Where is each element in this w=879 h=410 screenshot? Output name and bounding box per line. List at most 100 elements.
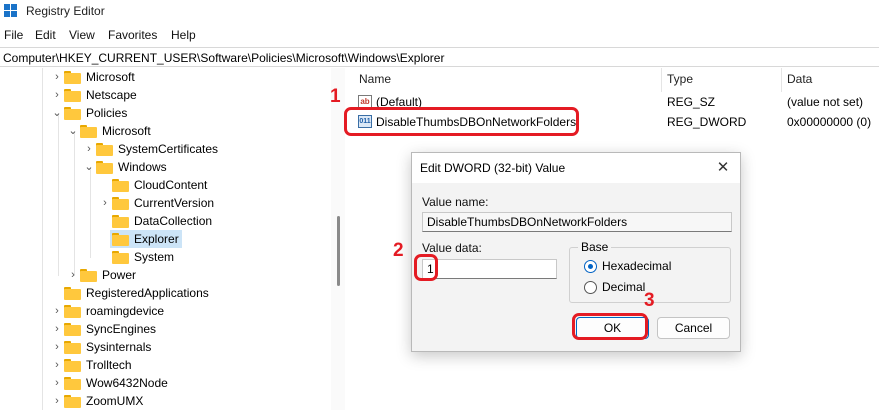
decimal-radio[interactable] bbox=[584, 281, 597, 294]
tree-item-zoomumx[interactable]: › ZoomUMX bbox=[52, 392, 312, 410]
tree-item-label: CurrentVersion bbox=[134, 196, 215, 210]
tree-item-microsoft[interactable]: › Microsoft bbox=[52, 68, 312, 86]
chevron-right-icon[interactable]: › bbox=[52, 86, 62, 104]
tree-item-power[interactable]: › Power bbox=[68, 266, 328, 284]
close-icon[interactable]: ✕ bbox=[712, 157, 734, 179]
chevron-right-icon[interactable]: › bbox=[52, 356, 62, 374]
tree-item-label: Microsoft bbox=[86, 70, 135, 84]
folder-icon bbox=[64, 323, 81, 336]
title-bar: Registry Editor bbox=[0, 0, 879, 24]
tree-item-cloudcontent[interactable]: CloudContent bbox=[100, 176, 344, 194]
folder-icon bbox=[64, 359, 81, 372]
registry-tree[interactable]: › Microsoft › Netscape ⌄ Policies ⌄ Microsoft › S… bbox=[0, 68, 345, 410]
value-name-field[interactable]: DisableThumbsDBOnNetworkFolders bbox=[422, 212, 732, 232]
menu-bar: File Edit View Favorites Help bbox=[0, 26, 879, 46]
menu-help[interactable]: Help bbox=[171, 28, 196, 42]
tree-item-currentversion[interactable]: › CurrentVersion bbox=[100, 194, 344, 212]
folder-icon bbox=[64, 89, 81, 102]
expander-placeholder bbox=[100, 248, 110, 266]
decimal-label[interactable]: Decimal bbox=[602, 280, 645, 294]
folder-icon bbox=[96, 161, 113, 174]
chevron-down-icon[interactable]: ⌄ bbox=[52, 104, 62, 122]
tree-item-label: SystemCertificates bbox=[118, 142, 219, 156]
tree-item-wow6432node[interactable]: › Wow6432Node bbox=[52, 374, 312, 392]
value-data-label: Value data: bbox=[422, 241, 482, 255]
tree-item-label: DataCollection bbox=[134, 214, 213, 228]
tree-item-label: Policies bbox=[86, 106, 128, 120]
tree-item-sysinternals[interactable]: › Sysinternals bbox=[52, 338, 312, 356]
menu-favorites[interactable]: Favorites bbox=[108, 28, 157, 42]
chevron-right-icon[interactable]: › bbox=[100, 194, 110, 212]
value-data-field[interactable]: 1 bbox=[422, 259, 557, 279]
chevron-right-icon[interactable]: › bbox=[52, 320, 62, 338]
tree-item-trolltech[interactable]: › Trolltech bbox=[52, 356, 312, 374]
address-path[interactable]: Computer\HKEY_CURRENT_USER\Software\Poli… bbox=[3, 51, 444, 65]
dialog-title-bar: Edit DWORD (32-bit) Value ✕ bbox=[412, 153, 740, 183]
chevron-right-icon[interactable]: › bbox=[68, 266, 78, 284]
tree-item-roamingdevice[interactable]: › roamingdevice bbox=[52, 302, 312, 320]
cancel-button[interactable]: Cancel bbox=[657, 317, 730, 339]
tree-item-label: Netscape bbox=[86, 88, 137, 102]
tree-item-syncengines[interactable]: › SyncEngines bbox=[52, 320, 312, 338]
tree-item-policies[interactable]: ⌄ Policies bbox=[52, 104, 312, 122]
tree-item-label: System bbox=[134, 250, 175, 264]
address-bar[interactable]: Computer\HKEY_CURRENT_USER\Software\Poli… bbox=[0, 47, 879, 67]
tree-item-microsoft[interactable]: ⌄ Microsoft bbox=[68, 122, 328, 140]
annotation-highlight-value bbox=[344, 107, 579, 136]
column-header-data[interactable]: Data bbox=[787, 72, 812, 86]
tree-item-label: roamingdevice bbox=[86, 304, 165, 318]
window-title: Registry Editor bbox=[26, 4, 105, 18]
tree-item-netscape[interactable]: › Netscape bbox=[52, 86, 312, 104]
value-type: REG_SZ bbox=[667, 95, 716, 109]
hexadecimal-radio[interactable] bbox=[584, 260, 597, 273]
tree-item-datacollection[interactable]: DataCollection bbox=[100, 212, 344, 230]
chevron-right-icon[interactable]: › bbox=[52, 392, 62, 410]
folder-icon bbox=[64, 287, 81, 300]
tree-item-label: Sysinternals bbox=[86, 340, 152, 354]
tree-item-label: Windows bbox=[118, 160, 167, 174]
chevron-down-icon[interactable]: ⌄ bbox=[84, 158, 94, 176]
tree-item-label: Trolltech bbox=[86, 358, 132, 372]
folder-icon bbox=[64, 71, 81, 84]
annotation-step-3: 3 bbox=[644, 290, 655, 311]
tree-item-label: SyncEngines bbox=[86, 322, 157, 336]
menu-file[interactable]: File bbox=[4, 28, 23, 42]
tree-scroll-thumb[interactable] bbox=[337, 216, 340, 286]
chevron-right-icon[interactable]: › bbox=[52, 374, 62, 392]
tree-item-system[interactable]: System bbox=[100, 248, 344, 266]
tree-item-systemcertificates[interactable]: › SystemCertificates bbox=[84, 140, 344, 158]
menu-edit[interactable]: Edit bbox=[35, 28, 56, 42]
chevron-down-icon[interactable]: ⌄ bbox=[68, 122, 78, 140]
hexadecimal-label[interactable]: Hexadecimal bbox=[602, 259, 671, 273]
tree-item-windows[interactable]: ⌄ Windows bbox=[84, 158, 344, 176]
menu-view[interactable]: View bbox=[69, 28, 95, 42]
column-header-type[interactable]: Type bbox=[667, 72, 693, 86]
expander-placeholder bbox=[100, 176, 110, 194]
folder-icon bbox=[64, 377, 81, 390]
tree-scrollbar[interactable] bbox=[331, 68, 345, 410]
column-header-name[interactable]: Name bbox=[359, 72, 391, 86]
folder-icon bbox=[64, 341, 81, 354]
base-group-title: Base bbox=[578, 240, 612, 254]
tree-item-label: Power bbox=[102, 268, 137, 282]
tree-item-label: RegisteredApplications bbox=[86, 286, 209, 300]
annotation-step-1: 1 bbox=[330, 86, 341, 107]
tree-item-label: CloudContent bbox=[134, 178, 208, 192]
chevron-right-icon[interactable]: › bbox=[52, 68, 62, 86]
value-type: REG_DWORD bbox=[667, 115, 747, 129]
chevron-right-icon[interactable]: › bbox=[52, 302, 62, 320]
annotation-highlight-value-data bbox=[414, 254, 438, 281]
tree-item-registeredapplications[interactable]: RegisteredApplications bbox=[52, 284, 312, 302]
folder-icon bbox=[64, 395, 81, 408]
folder-icon bbox=[112, 251, 129, 264]
value-data: 0x00000000 (0) bbox=[787, 115, 872, 129]
tree-item-label: ZoomUMX bbox=[86, 394, 144, 408]
value-name-label: Value name: bbox=[422, 195, 489, 209]
value-data: (value not set) bbox=[787, 95, 864, 109]
chevron-right-icon[interactable]: › bbox=[52, 338, 62, 356]
tree-item-label: Explorer bbox=[134, 232, 179, 246]
tree-item-explorer[interactable]: Explorer bbox=[110, 230, 182, 248]
tree-item-label: Wow6432Node bbox=[86, 376, 168, 390]
chevron-right-icon[interactable]: › bbox=[84, 140, 94, 158]
expander-placeholder bbox=[52, 284, 62, 302]
